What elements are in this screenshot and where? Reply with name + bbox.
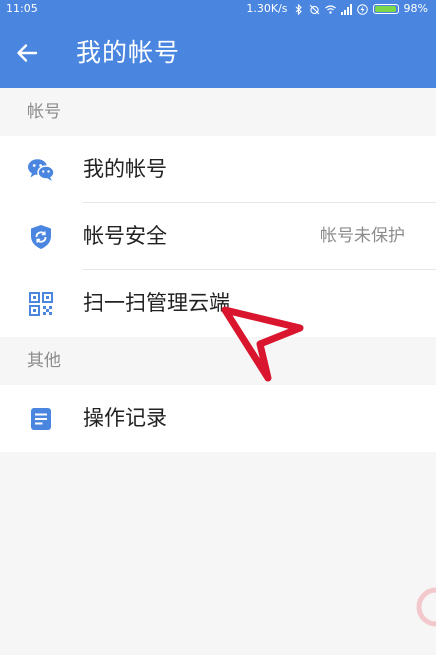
- bluetooth-icon: [295, 3, 302, 15]
- menu-item-my-account[interactable]: 我的帐号: [0, 136, 436, 203]
- document-icon: [27, 406, 55, 432]
- page-title: 我的帐号: [76, 38, 181, 67]
- network-speed: 1.30K/s: [246, 2, 288, 15]
- status-time: 11:05: [6, 2, 38, 15]
- menu-item-label: 扫一扫管理云端: [83, 291, 230, 315]
- other-settings-group: 操作记录: [0, 385, 436, 452]
- battery-percent: 98%: [403, 2, 428, 15]
- arrow-left-icon: [17, 44, 38, 62]
- back-button[interactable]: [10, 36, 44, 70]
- signal-icon: [340, 3, 352, 15]
- qr-code-icon: [27, 291, 55, 317]
- section-header-account: 帐号: [27, 102, 61, 122]
- alarm-off-icon: [309, 4, 319, 14]
- watermark-icon: [416, 587, 436, 627]
- battery-icon: [372, 4, 399, 14]
- menu-item-label: 我的帐号: [83, 157, 167, 181]
- menu-item-account-security[interactable]: 帐号安全 帐号未保护: [0, 203, 436, 270]
- security-status-text: 帐号未保护: [320, 226, 405, 246]
- status-indicators: 1.30K/s 98%: [246, 0, 428, 18]
- app-bar: 我的帐号: [0, 18, 436, 88]
- wechat-icon: [27, 157, 55, 183]
- section-header-other: 其他: [27, 351, 61, 371]
- wifi-icon: [324, 4, 336, 14]
- menu-item-operation-log[interactable]: 操作记录: [0, 385, 436, 452]
- menu-item-label: 操作记录: [83, 406, 167, 430]
- menu-item-label: 帐号安全: [83, 224, 167, 248]
- status-bar: 11:05 1.30K/s 98%: [0, 0, 436, 18]
- account-settings-group: 我的帐号 帐号安全 帐号未保护 扫一扫管理云端: [0, 136, 436, 337]
- shield-icon: [27, 224, 55, 250]
- charging-icon: [356, 3, 368, 15]
- menu-item-scan-cloud[interactable]: 扫一扫管理云端: [0, 270, 436, 337]
